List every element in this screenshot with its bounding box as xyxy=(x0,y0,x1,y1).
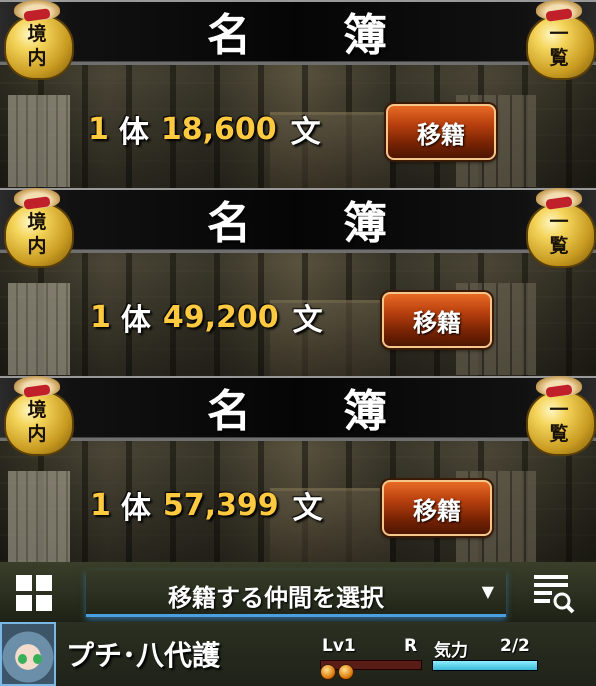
currency: 文 xyxy=(292,491,323,526)
shoji-screen xyxy=(8,283,70,375)
bag-label-1: 境 xyxy=(27,211,47,233)
price-amount: 57,399 xyxy=(162,487,279,523)
count-unit: 体 xyxy=(120,303,151,338)
member-name: プチ･八代護 xyxy=(66,639,221,672)
bag-label-2: 内 xyxy=(27,423,47,445)
title-banner: 名 簿 xyxy=(0,188,596,253)
ichiran-bag-button[interactable]: 一 覧 xyxy=(522,376,596,456)
count: 1 xyxy=(90,487,111,523)
title-char-2: 簿 xyxy=(343,198,389,249)
title-banner: 名 簿 xyxy=(0,0,596,65)
bag-label-1: 境 xyxy=(27,399,47,421)
ichiran-bag-button[interactable]: 一 覧 xyxy=(522,188,596,268)
title-char-1: 名 xyxy=(207,10,253,61)
count-unit: 体 xyxy=(120,491,151,526)
title-char-2: 簿 xyxy=(343,386,389,437)
avatar xyxy=(0,622,56,686)
currency: 文 xyxy=(290,115,321,150)
registry-panel-3: 名 簿 境 内 一 覧 1 体 57,399 文 移籍 xyxy=(0,376,596,562)
shoji-screen xyxy=(8,95,70,187)
keidai-bag-button[interactable]: 境 内 xyxy=(0,376,74,456)
select-label: 移籍する仲間を選択 xyxy=(168,584,384,612)
list-search-icon[interactable] xyxy=(532,571,576,615)
price-line: 1 体 49,200 文 xyxy=(90,294,323,340)
bag-label-2: 内 xyxy=(27,47,47,69)
stamina-label: 気力 xyxy=(434,641,468,661)
bag-label-2: 覧 xyxy=(549,47,569,69)
title-banner: 名 簿 xyxy=(0,376,596,441)
price-line: 1 体 18,600 文 xyxy=(88,106,321,152)
shoji-screen xyxy=(8,471,70,562)
orb-icon xyxy=(320,664,336,680)
bag-label-2: 覧 xyxy=(549,235,569,257)
count: 1 xyxy=(90,299,111,335)
price-amount: 18,600 xyxy=(160,111,277,147)
bag-label-1: 一 xyxy=(549,23,569,45)
title-char-1: 名 xyxy=(207,198,253,249)
member-select-toolbar: 移籍する仲間を選択 ▼ xyxy=(0,562,596,622)
registry-panel-2: 名 簿 境 内 一 覧 1 体 49,200 文 移籍 xyxy=(0,188,596,376)
price-amount: 49,200 xyxy=(162,299,279,335)
stamina-value: 2/2 xyxy=(500,636,530,656)
bag-label-1: 一 xyxy=(549,399,569,421)
bag-label-2: 内 xyxy=(27,235,47,257)
transfer-button[interactable]: 移籍 xyxy=(382,292,492,348)
member-level: Lv1 xyxy=(322,636,356,656)
bag-label-1: 境 xyxy=(27,23,47,45)
transfer-button[interactable]: 移籍 xyxy=(386,104,496,160)
title-char-1: 名 xyxy=(207,386,253,437)
title-char-2: 簿 xyxy=(343,10,389,61)
member-select-dropdown[interactable]: 移籍する仲間を選択 ▼ xyxy=(86,570,506,617)
member-list-item[interactable]: プチ･八代護 Lv1 R 気力 2/2 xyxy=(0,622,596,686)
orb-icon xyxy=(338,664,354,680)
grid-icon[interactable] xyxy=(16,575,52,611)
transfer-button[interactable]: 移籍 xyxy=(382,480,492,536)
member-rank: R xyxy=(404,636,418,656)
registry-panel-1: 名 簿 境 内 一 覧 1 体 18,600 文 移籍 xyxy=(0,0,596,188)
currency: 文 xyxy=(292,303,323,338)
dropdown-arrow-icon: ▼ xyxy=(481,582,494,601)
keidai-bag-button[interactable]: 境 内 xyxy=(0,0,74,80)
bag-label-1: 一 xyxy=(549,211,569,233)
ichiran-bag-button[interactable]: 一 覧 xyxy=(522,0,596,80)
keidai-bag-button[interactable]: 境 内 xyxy=(0,188,74,268)
bag-label-2: 覧 xyxy=(549,423,569,445)
orb-icons xyxy=(320,664,354,680)
count: 1 xyxy=(88,111,109,147)
stamina-bar xyxy=(432,660,538,671)
count-unit: 体 xyxy=(118,115,149,150)
price-line: 1 体 57,399 文 xyxy=(90,482,323,528)
